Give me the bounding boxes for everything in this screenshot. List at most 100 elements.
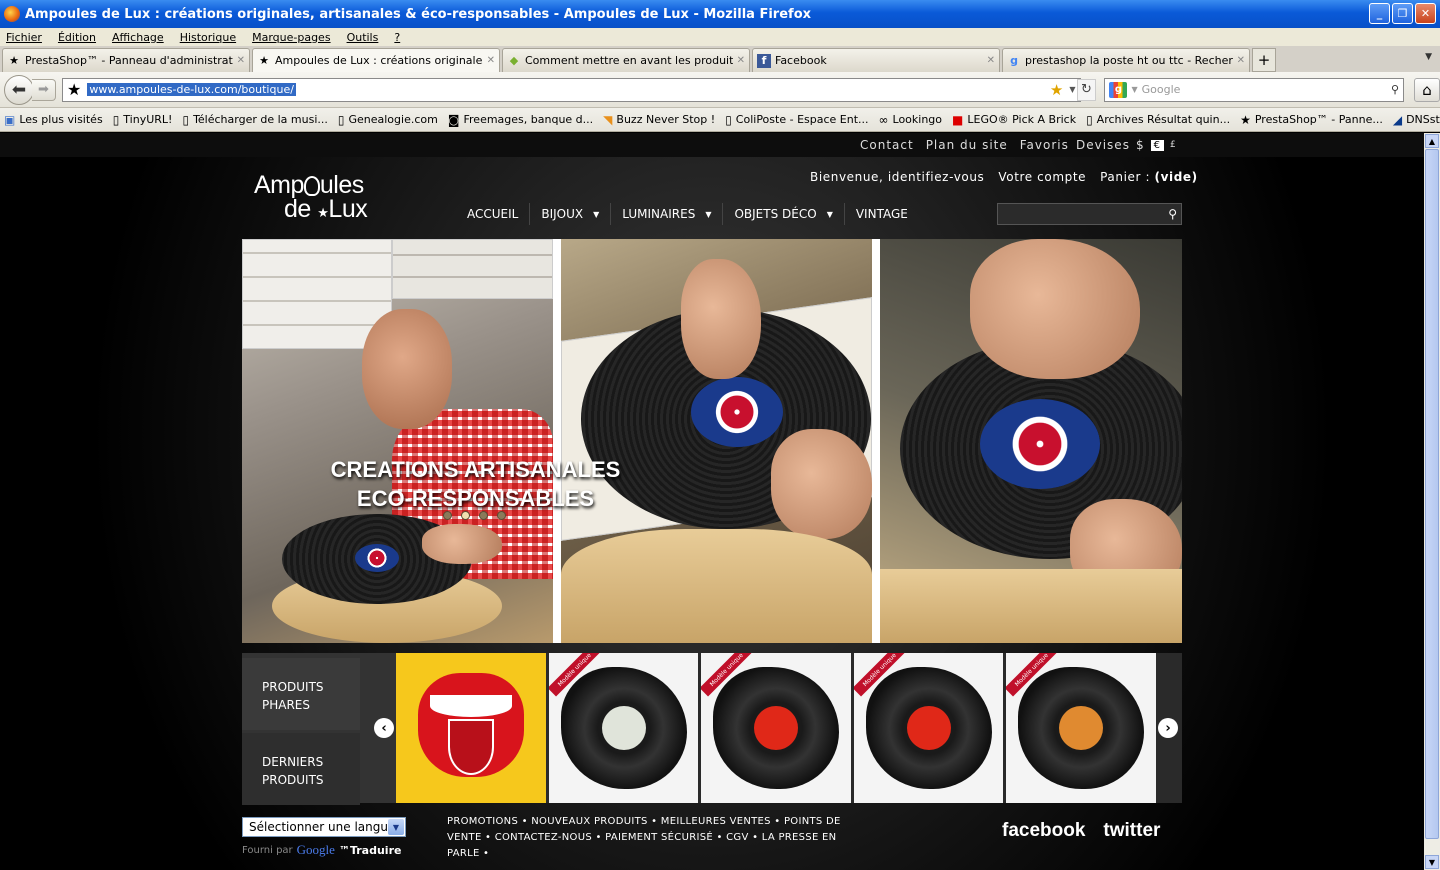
hero-photo-record-clock <box>561 239 872 643</box>
home-button[interactable]: ⌂ <box>1414 77 1440 102</box>
nav-objets-deco[interactable]: OBJETS DÉCO ▼ <box>723 204 843 224</box>
menu-fichier[interactable]: Fichier <box>6 31 42 44</box>
currency-pound[interactable]: £ <box>1170 140 1177 150</box>
vertical-scrollbar[interactable]: ▲ ▼ <box>1424 133 1440 870</box>
bookmark-les-plus-visites[interactable]: ▣ Les plus visités <box>4 113 103 127</box>
carousel-prev-button[interactable]: ‹ <box>374 718 394 738</box>
navigation-toolbar: ⬅ ➡ ★ www.ampoules-de-lux.com/boutique/ … <box>0 72 1440 108</box>
engine-dropdown-icon[interactable]: ▼ <box>1131 85 1137 94</box>
bookmark-archives[interactable]: ▯ Archives Résultat quin... <box>1086 113 1230 127</box>
search-bar[interactable]: g ▼ Google ⚲ <box>1104 77 1405 102</box>
menu-help[interactable]: ? <box>394 31 400 44</box>
url-text[interactable]: www.ampoules-de-lux.com/boutique/ <box>87 83 296 96</box>
url-bar[interactable]: ★ www.ampoules-de-lux.com/boutique/ ★ ▼ <box>62 77 1081 102</box>
product-thumbnail[interactable]: Modèle unique <box>853 653 1004 803</box>
currency-euro[interactable]: € <box>1150 139 1164 151</box>
product-thumbnail[interactable]: Modèle unique <box>548 653 699 803</box>
cart-link[interactable]: Panier : (vide) <box>1100 170 1198 184</box>
language-select-value: Sélectionner une langue <box>249 820 396 834</box>
tab-ampoules-de-lux[interactable]: ★ Ampoules de Lux : créations originales… <box>252 48 500 72</box>
site-identity-icon[interactable]: ★ <box>67 80 81 99</box>
account-link[interactable]: Votre compte <box>998 170 1086 184</box>
tab-google-search[interactable]: g prestashop la poste ht ou ttc - Recher… <box>1002 48 1250 72</box>
tab-prestashop-admin[interactable]: ★ PrestaShop™ - Panneau d'administration… <box>2 48 250 72</box>
user-info: Bienvenue, identifiez-vous Votre compte … <box>810 170 1198 184</box>
bookmark-dnsstuff[interactable]: ◢DNSstuff <box>1393 113 1440 127</box>
menu-marque-pages[interactable]: Marque-pages <box>252 31 330 44</box>
translate-link[interactable]: ™Traduire <box>339 844 402 857</box>
menu-edition[interactable]: Édition <box>58 31 96 44</box>
search-placeholder[interactable]: Google <box>1142 83 1387 96</box>
carousel-next-button[interactable]: › <box>1158 718 1178 738</box>
footer: Sélectionner une langue ▼ Fourni par Goo… <box>0 811 1424 870</box>
bookmark-prestashop[interactable]: ★ PrestaShop™ - Panne... <box>1240 113 1383 127</box>
tab-derniers-produits[interactable]: DERNIERS PRODUITS <box>242 733 360 805</box>
photo-shape <box>392 239 553 299</box>
footer-links[interactable]: PROMOTIONS • NOUVEAUX PRODUITS • MEILLEU… <box>447 814 857 862</box>
menu-historique[interactable]: Historique <box>180 31 236 44</box>
menu-outils[interactable]: Outils <box>347 31 379 44</box>
product-thumbnail[interactable]: Modèle unique <box>1006 653 1156 803</box>
tab-facebook[interactable]: f Facebook ✕ <box>752 48 1000 72</box>
product-thumbnail[interactable]: Modèle unique <box>701 653 851 803</box>
bookmark-freemages[interactable]: ◙ Freemages, banque d... <box>448 113 593 127</box>
bookmark-buzz[interactable]: ◥ Buzz Never Stop ! <box>603 113 715 127</box>
bookmark-telecharger[interactable]: ▯ Télécharger de la musi... <box>182 113 327 127</box>
google-engine-icon[interactable]: g <box>1109 81 1128 98</box>
bookmark-coliposte[interactable]: ▯ ColiPoste - Espace Ent... <box>725 113 868 127</box>
nav-accueil[interactable]: ACCUEIL <box>456 204 529 224</box>
bookmark-lego[interactable]: ■ LEGO® Pick A Brick <box>952 113 1076 127</box>
tab-label: prestashop la poste ht ou ttc - Recherch… <box>1025 54 1233 67</box>
site-logo[interactable]: Amp ules de ★Lux <box>254 173 368 225</box>
forward-button[interactable]: ➡ <box>32 78 56 101</box>
link-contact[interactable]: Contact <box>860 138 914 152</box>
facebook-link[interactable]: facebook <box>1002 820 1085 842</box>
tab-list-icon[interactable]: ▼ <box>1425 52 1432 62</box>
close-tab-icon[interactable]: ✕ <box>737 55 745 66</box>
nav-luminaires[interactable]: LUMINAIRES ▼ <box>611 204 722 224</box>
close-window-button[interactable]: ✕ <box>1415 3 1436 24</box>
currency-dollar[interactable]: $ <box>1136 138 1145 152</box>
menu-affichage[interactable]: Affichage <box>112 31 164 44</box>
chevron-down-icon[interactable]: ▼ <box>388 819 404 835</box>
bookmark-star-icon[interactable]: ★ <box>1050 81 1063 99</box>
reload-button[interactable]: ↻ <box>1076 78 1097 101</box>
scroll-down-icon[interactable]: ▼ <box>1425 855 1439 869</box>
site-search-input[interactable]: ⚲ <box>997 203 1182 225</box>
close-tab-icon[interactable]: ✕ <box>237 55 245 66</box>
close-tab-icon[interactable]: ✕ <box>987 55 995 66</box>
url-history-dropdown-icon[interactable]: ▼ <box>1069 85 1075 94</box>
scroll-up-icon[interactable]: ▲ <box>1425 134 1439 148</box>
close-tab-icon[interactable]: ✕ <box>1237 55 1245 66</box>
page-icon: ▯ <box>337 112 345 127</box>
minimize-button[interactable]: _ <box>1369 3 1390 24</box>
link-favoris[interactable]: Favoris <box>1020 138 1069 152</box>
product-thumbnail[interactable] <box>396 653 546 803</box>
bookmark-lookingo[interactable]: ∞ Lookingo <box>879 113 943 127</box>
search-magnifier-icon[interactable]: ⚲ <box>1391 83 1399 96</box>
bookmark-tinyurl[interactable]: ▯ TinyURL! <box>113 113 173 127</box>
slider-dot[interactable] <box>443 511 452 520</box>
new-tab-button[interactable]: + <box>1252 48 1276 72</box>
hero-caption-line1: CREATIONS ARTISANALES <box>330 457 621 482</box>
tab-comment-mettre[interactable]: ◆ Comment mettre en avant les produits p… <box>502 48 750 72</box>
tab-produits-phares[interactable]: PRODUITS PHARES <box>242 658 360 730</box>
slider-dot[interactable] <box>461 511 470 520</box>
twitter-link[interactable]: twitter <box>1103 820 1160 842</box>
search-icon[interactable]: ⚲ <box>1168 207 1177 221</box>
back-button[interactable]: ⬅ <box>4 74 34 105</box>
slider-dot[interactable] <box>479 511 488 520</box>
nav-bijoux[interactable]: BIJOUX ▼ <box>530 204 610 224</box>
language-select[interactable]: Sélectionner une langue ▼ <box>242 817 406 837</box>
bookmark-genealogie[interactable]: ▯ Genealogie.com <box>338 113 438 127</box>
close-tab-icon[interactable]: ✕ <box>487 55 495 66</box>
restore-button[interactable]: ❐ <box>1392 3 1413 24</box>
link-plan-du-site[interactable]: Plan du site <box>926 138 1008 152</box>
hero-slider[interactable] <box>242 239 1182 643</box>
scrollbar-thumb[interactable] <box>1425 149 1439 839</box>
nav-vintage[interactable]: VINTAGE <box>845 204 919 224</box>
camera-icon: ◙ <box>447 112 460 127</box>
login-link[interactable]: Bienvenue, identifiez-vous <box>810 170 984 184</box>
slider-dot[interactable] <box>497 511 506 520</box>
lego-icon: ■ <box>952 112 964 127</box>
